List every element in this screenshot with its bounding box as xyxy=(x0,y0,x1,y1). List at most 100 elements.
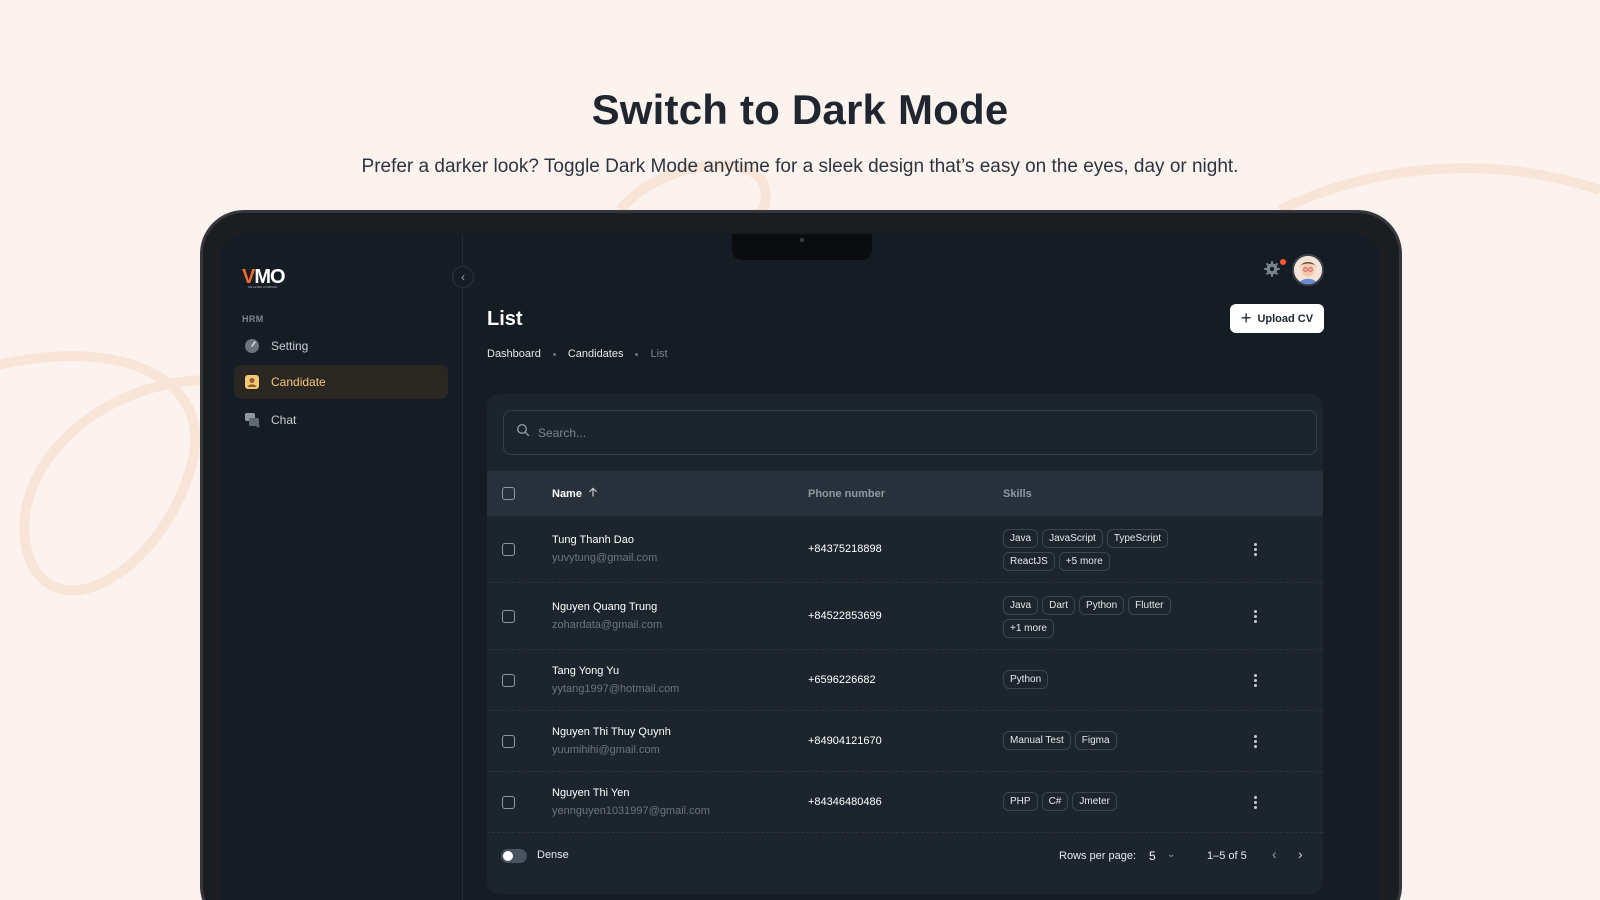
candidate-name: Tung Thanh Dao xyxy=(552,534,634,546)
skill-chip: C# xyxy=(1041,792,1069,811)
camera-icon xyxy=(800,238,804,242)
main-content: List + Upload CV Dashboard Candidates Li… xyxy=(463,234,1380,900)
sidebar-collapse-button[interactable]: ‹ xyxy=(452,266,474,288)
candidate-email: yuumihihi@gmail.com xyxy=(552,744,660,756)
hero-section: Switch to Dark Mode Prefer a darker look… xyxy=(0,86,1600,178)
skill-chip: Java xyxy=(1003,529,1039,548)
dense-toggle[interactable] xyxy=(501,849,527,863)
candidate-skills: Java JavaScript TypeScript ReactJS +5 mo… xyxy=(1003,529,1203,571)
app-screen: VMO AN ALTEN COMPANY ‹ HRM Setting Candi… xyxy=(220,234,1380,900)
skill-chip: PHP xyxy=(1003,792,1038,811)
row-checkbox[interactable] xyxy=(502,674,515,687)
breadcrumb-dashboard[interactable]: Dashboard xyxy=(487,348,541,360)
page-title: List xyxy=(487,308,523,330)
rows-per-page-label: Rows per page: xyxy=(1059,850,1137,862)
row-checkbox[interactable] xyxy=(502,610,515,623)
arrow-up-icon xyxy=(588,487,598,500)
skill-chip: ReactJS xyxy=(1003,552,1055,571)
more-vertical-icon[interactable] xyxy=(1253,796,1257,809)
column-name-header[interactable]: Name xyxy=(552,471,598,516)
column-phone-header[interactable]: Phone number xyxy=(808,471,885,516)
skill-chip: Java xyxy=(1003,596,1039,615)
next-page-button[interactable]: › xyxy=(1298,846,1303,862)
sidebar-item-setting[interactable]: Setting xyxy=(234,329,448,363)
hero-title: Switch to Dark Mode xyxy=(591,86,1009,133)
candidate-name: Nguyen Quang Trung xyxy=(552,601,658,613)
sidebar-item-label: Candidate xyxy=(271,375,326,389)
candidate-name: Nguyen Thi Thuy Quynh xyxy=(552,726,671,738)
table-row[interactable]: Tang Yong Yu yytang1997@hotmail.com +659… xyxy=(487,650,1323,711)
row-checkbox[interactable] xyxy=(502,735,515,748)
sidebar-item-label: Setting xyxy=(271,339,309,353)
search-box[interactable] xyxy=(503,410,1317,455)
candidate-name: Tang Yong Yu xyxy=(552,665,620,677)
table-row[interactable]: Tung Thanh Dao yuvytung@gmail.com +84375… xyxy=(487,516,1323,583)
chat-icon xyxy=(244,412,260,428)
breadcrumb-separator xyxy=(552,352,556,356)
hero-subtitle: Prefer a darker look? Toggle Dark Mode a… xyxy=(361,156,1239,177)
candidate-phone: +84346480486 xyxy=(808,796,882,808)
table-row[interactable]: Nguyen Quang Trung zohardata@gmail.com +… xyxy=(487,583,1323,650)
search-icon xyxy=(516,423,530,442)
breadcrumb-list: List xyxy=(650,348,668,360)
skill-chip: Python xyxy=(1003,670,1049,689)
candidate-name-cell: Tang Yong Yu yytang1997@hotmail.com xyxy=(552,665,679,695)
candidate-name-cell: Nguyen Quang Trung zohardata@gmail.com xyxy=(552,601,662,631)
select-all-checkbox[interactable] xyxy=(502,487,515,500)
nav-section-label: HRM xyxy=(242,314,264,324)
candidate-email: yuvytung@gmail.com xyxy=(552,552,658,564)
skill-chip: Figma xyxy=(1074,731,1117,750)
candidate-table-card: Name Phone number Skills Tung Thanh Dao … xyxy=(487,394,1323,894)
skill-chip: Jmeter xyxy=(1072,792,1117,811)
table-header: Name Phone number Skills xyxy=(487,471,1323,516)
notification-dot xyxy=(1280,259,1286,265)
table-footer: Dense Rows per page: 5 ⌄ 1–5 of 5 ‹ › xyxy=(487,834,1323,884)
skill-chip: JavaScript xyxy=(1042,529,1103,548)
skill-chip: TypeScript xyxy=(1106,529,1169,548)
table-row[interactable]: Nguyen Thi Yen yennguyen1031997@gmail.co… xyxy=(487,772,1323,833)
candidate-skills: Manual Test Figma xyxy=(1003,731,1203,750)
sidebar-item-chat[interactable]: Chat xyxy=(234,403,448,437)
breadcrumb-candidates[interactable]: Candidates xyxy=(568,348,624,360)
previous-page-button[interactable]: ‹ xyxy=(1272,846,1277,862)
more-vertical-icon[interactable] xyxy=(1253,674,1257,687)
more-vertical-icon[interactable] xyxy=(1253,543,1257,556)
more-vertical-icon[interactable] xyxy=(1253,610,1257,623)
candidate-phone: +84522853699 xyxy=(808,610,882,622)
toggle-knob xyxy=(503,851,513,861)
breadcrumb: Dashboard Candidates List xyxy=(487,348,668,360)
avatar[interactable] xyxy=(1292,254,1324,286)
pagination-range: 1–5 of 5 xyxy=(1207,850,1247,862)
candidate-phone: +84904121670 xyxy=(808,735,882,747)
skill-chip: Dart xyxy=(1042,596,1076,615)
candidate-name-cell: Nguyen Thi Yen yennguyen1031997@gmail.co… xyxy=(552,787,710,817)
skill-chip: Flutter xyxy=(1128,596,1171,615)
breadcrumb-separator xyxy=(635,352,639,356)
vmo-logo[interactable]: VMO AN ALTEN COMPANY xyxy=(242,266,302,292)
row-checkbox[interactable] xyxy=(502,543,515,556)
table-row[interactable]: Nguyen Thi Thuy Quynh yuumihihi@gmail.co… xyxy=(487,711,1323,772)
chevron-left-icon: ‹ xyxy=(461,270,465,284)
candidate-email: yennguyen1031997@gmail.com xyxy=(552,805,710,817)
candidate-name-cell: Tung Thanh Dao yuvytung@gmail.com xyxy=(552,534,657,564)
candidate-name: Nguyen Thi Yen xyxy=(552,787,630,799)
upload-cv-button[interactable]: + Upload CV xyxy=(1230,304,1324,333)
chevron-down-icon[interactable]: ⌄ xyxy=(1167,849,1175,860)
skill-chip: Manual Test xyxy=(1003,731,1071,750)
column-skills-header[interactable]: Skills xyxy=(1003,471,1032,516)
search-input[interactable] xyxy=(538,425,1238,440)
rows-per-page-select[interactable]: 5 xyxy=(1149,849,1156,863)
candidate-name-cell: Nguyen Thi Thuy Quynh yuumihihi@gmail.co… xyxy=(552,726,671,756)
sidebar-item-label: Chat xyxy=(271,413,297,427)
dense-label: Dense xyxy=(537,849,569,861)
sidebar: VMO AN ALTEN COMPANY ‹ HRM Setting Candi… xyxy=(220,234,474,900)
candidate-phone: +84375218898 xyxy=(808,543,882,555)
row-checkbox[interactable] xyxy=(502,796,515,809)
candidate-skills: Java Dart Python Flutter +1 more xyxy=(1003,596,1203,638)
more-vertical-icon[interactable] xyxy=(1253,735,1257,748)
more-skills-chip[interactable]: +1 more xyxy=(1003,619,1054,638)
sidebar-item-candidate[interactable]: Candidate xyxy=(234,365,448,399)
speedometer-icon xyxy=(244,338,260,354)
more-skills-chip[interactable]: +5 more xyxy=(1058,552,1110,571)
candidate-phone: +6596226682 xyxy=(808,674,876,686)
